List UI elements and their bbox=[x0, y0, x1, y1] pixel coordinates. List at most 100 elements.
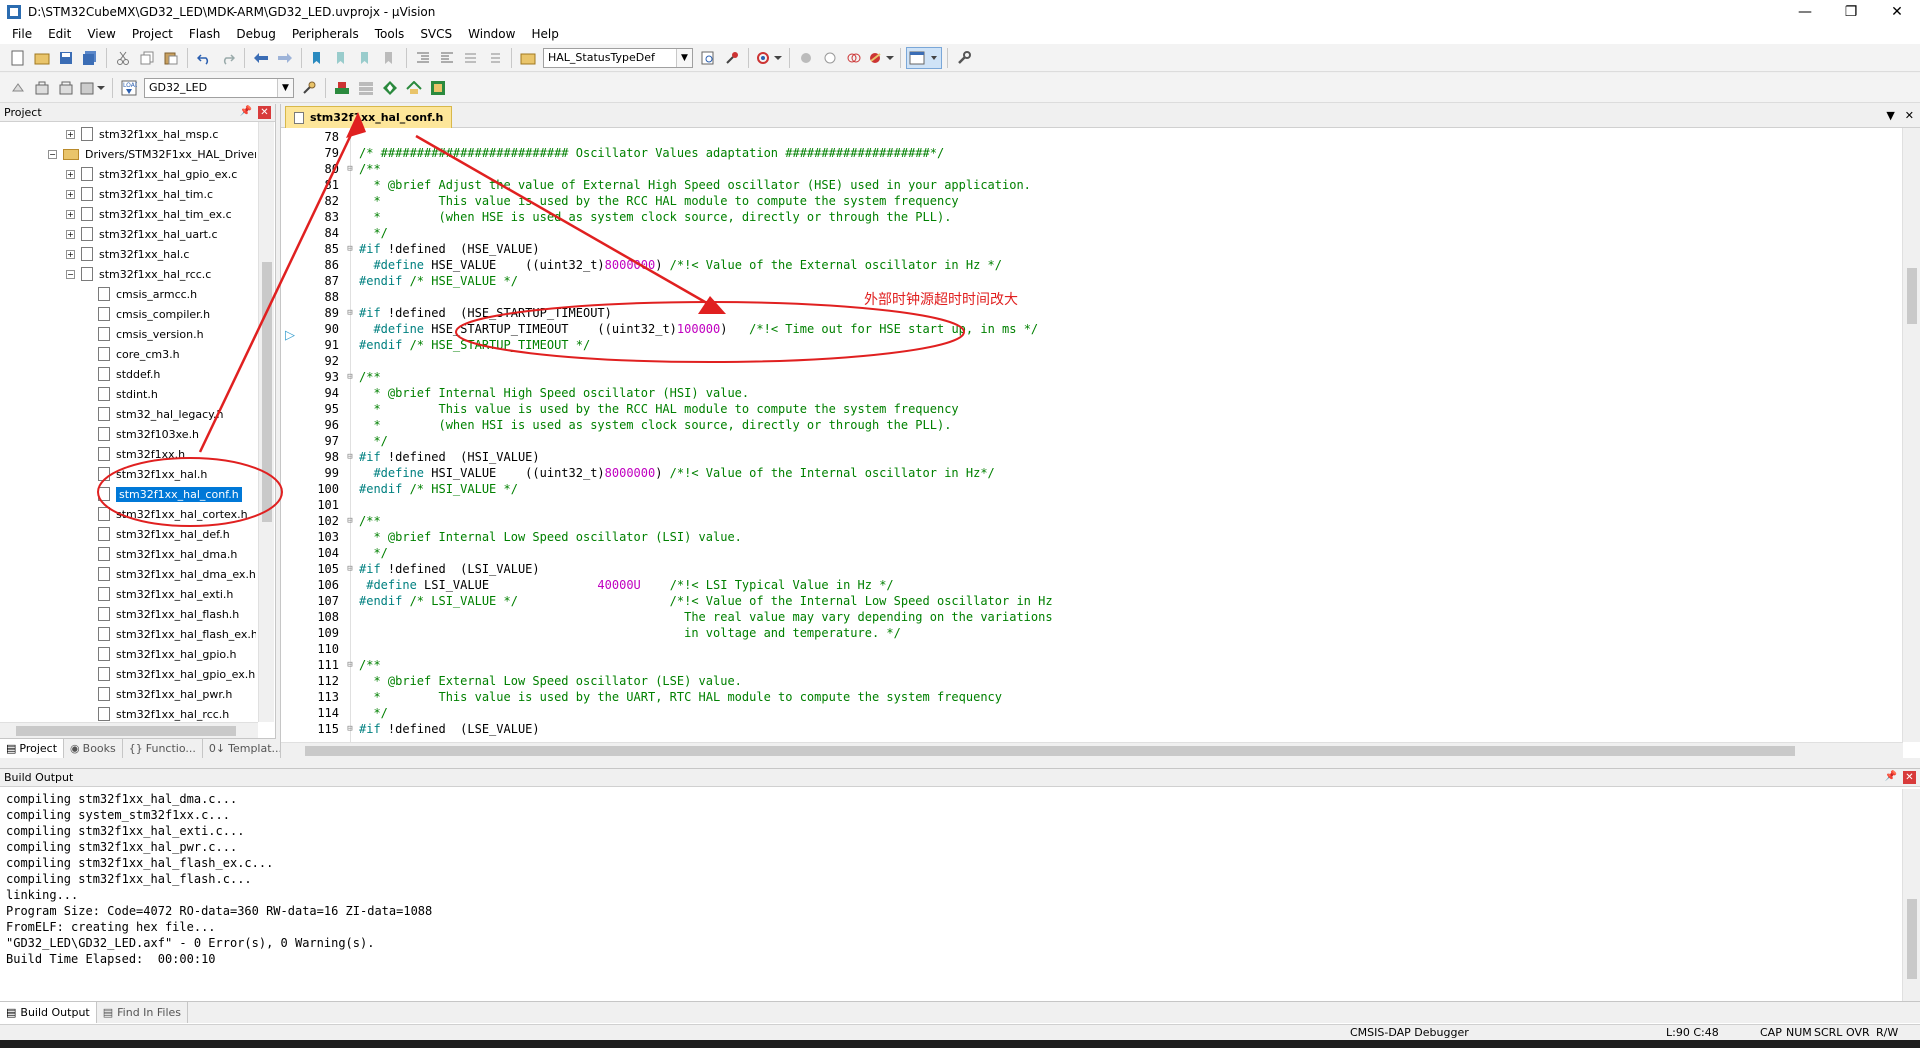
unindent-icon[interactable] bbox=[436, 47, 458, 69]
expand-icon[interactable]: + bbox=[66, 129, 75, 139]
fold-toggle-icon[interactable] bbox=[343, 129, 357, 145]
fold-toggle-icon[interactable] bbox=[343, 385, 357, 401]
tree-file[interactable]: − stm32f1xx_hal_rcc.c bbox=[66, 264, 211, 284]
menu-flash[interactable]: Flash bbox=[181, 27, 228, 41]
editor-hscrollbar[interactable] bbox=[281, 742, 1903, 758]
wrench-icon[interactable] bbox=[953, 47, 975, 69]
code-area[interactable]: 78 79 /* ########################## Oscill… bbox=[281, 128, 1901, 742]
fold-toggle-icon[interactable] bbox=[343, 593, 357, 609]
comment-icon[interactable] bbox=[460, 47, 482, 69]
tree-file[interactable]: stm32f1xx_hal_rcc.h bbox=[98, 704, 229, 722]
tab-find-in-files[interactable]: ▤ Find In Files bbox=[97, 1002, 189, 1023]
menu-view[interactable]: View bbox=[79, 27, 123, 41]
expand-icon[interactable]: + bbox=[66, 189, 75, 199]
fold-toggle-icon[interactable]: ⊟ bbox=[343, 161, 357, 177]
target-options-icon[interactable] bbox=[298, 77, 320, 99]
fold-toggle-icon[interactable]: ⊟ bbox=[343, 721, 357, 737]
fold-toggle-icon[interactable] bbox=[343, 177, 357, 193]
fold-toggle-icon[interactable] bbox=[343, 673, 357, 689]
tree-file[interactable]: stm32f1xx_hal.h bbox=[98, 464, 207, 484]
code-line[interactable]: 103 * @brief Internal Low Speed oscillat… bbox=[281, 529, 742, 545]
editor-tab-active[interactable]: stm32f1xx_hal_conf.h bbox=[285, 106, 453, 128]
fold-toggle-icon[interactable] bbox=[343, 465, 357, 481]
fold-toggle-icon[interactable] bbox=[343, 641, 357, 657]
tree-file[interactable]: stm32f1xx_hal_flash_ex.h bbox=[98, 624, 256, 644]
bookmark-clear-icon[interactable] bbox=[379, 47, 401, 69]
tree-file[interactable]: + stm32f1xx_hal_tim_ex.c bbox=[66, 204, 232, 224]
copy-icon[interactable] bbox=[136, 47, 158, 69]
tab-templates[interactable]: 0↓ Templat... bbox=[203, 739, 290, 758]
tree-file[interactable]: core_cm3.h bbox=[98, 344, 180, 364]
code-line[interactable]: 97 */ bbox=[281, 433, 388, 449]
code-line[interactable]: 78 bbox=[281, 129, 359, 145]
code-line[interactable]: 106 #define LSI_VALUE 40000U /*!< LSI Ty… bbox=[281, 577, 893, 593]
code-line[interactable]: 111 ⊟/** bbox=[281, 657, 380, 673]
tree-file[interactable]: stm32f1xx_hal_exti.h bbox=[98, 584, 233, 604]
fold-toggle-icon[interactable]: ⊟ bbox=[343, 241, 357, 257]
open-folder-icon[interactable] bbox=[31, 47, 53, 69]
code-line[interactable]: 88 bbox=[281, 289, 359, 305]
tree-file[interactable]: stm32f1xx_hal_gpio.h bbox=[98, 644, 236, 664]
menu-debug[interactable]: Debug bbox=[228, 27, 283, 41]
build-output-text[interactable]: compiling stm32f1xx_hal_dma.c... compilin… bbox=[0, 789, 1900, 1001]
fold-toggle-icon[interactable] bbox=[343, 257, 357, 273]
editor-vscrollbar[interactable] bbox=[1902, 128, 1920, 742]
rebuild-icon[interactable] bbox=[55, 77, 77, 99]
code-line[interactable]: 96 * (when HSI is used as system clock s… bbox=[281, 417, 952, 433]
pin-icon[interactable]: 📌 bbox=[240, 106, 252, 119]
run-time-environment-icon[interactable] bbox=[427, 77, 449, 99]
cut-icon[interactable] bbox=[112, 47, 134, 69]
fold-toggle-icon[interactable] bbox=[343, 417, 357, 433]
debug-session-icon[interactable] bbox=[754, 47, 784, 69]
tree-file[interactable]: + stm32f1xx_hal_tim.c bbox=[66, 184, 213, 204]
select-pack-icon[interactable] bbox=[379, 77, 401, 99]
fold-toggle-icon[interactable] bbox=[343, 689, 357, 705]
code-line[interactable]: 87 #endif /* HSE_VALUE */ bbox=[281, 273, 518, 289]
fold-toggle-icon[interactable] bbox=[343, 497, 357, 513]
code-line[interactable]: 108 The real value may vary depending on… bbox=[281, 609, 1052, 625]
new-file-icon[interactable] bbox=[7, 47, 29, 69]
tree-file[interactable]: stm32f1xx.h bbox=[98, 444, 185, 464]
fold-toggle-icon[interactable] bbox=[343, 433, 357, 449]
bookmark-prev-icon[interactable] bbox=[331, 47, 353, 69]
find-in-files-icon[interactable] bbox=[517, 47, 539, 69]
breakpoint-kill-icon[interactable] bbox=[867, 47, 895, 69]
window-layout-icon[interactable] bbox=[906, 46, 942, 69]
code-line[interactable]: 104 */ bbox=[281, 545, 388, 561]
code-line[interactable]: 89 ⊟ #if !defined (HSE_STARTUP_TIMEOUT) bbox=[281, 305, 612, 321]
code-line[interactable]: 114 */ bbox=[281, 705, 388, 721]
navigate-forward-icon[interactable] bbox=[274, 47, 296, 69]
fold-toggle-icon[interactable] bbox=[343, 209, 357, 225]
tree-file[interactable]: stm32f1xx_hal_dma_ex.h bbox=[98, 564, 256, 584]
tree-file[interactable]: stm32f1xx_hal_gpio_ex.h bbox=[98, 664, 255, 684]
code-line[interactable]: 107 #endif /* LSI_VALUE */ /*!< Value of … bbox=[281, 593, 1052, 609]
target-combo[interactable]: GD32_LED ▼ bbox=[144, 77, 294, 98]
find-combo[interactable]: HAL_StatusTypeDef ▼ bbox=[543, 47, 693, 68]
code-line[interactable]: 80 ⊟/** bbox=[281, 161, 381, 177]
collapse-icon[interactable]: − bbox=[66, 269, 75, 279]
code-line[interactable]: 86 #define HSE_VALUE ((uint32_t)8000000)… bbox=[281, 257, 1002, 273]
tree-file[interactable]: + stm32f1xx_hal.c bbox=[66, 244, 189, 264]
close-icon[interactable]: ✕ bbox=[1905, 109, 1914, 122]
tree-file[interactable]: stm32f1xx_hal_flash.h bbox=[98, 604, 239, 624]
code-line[interactable]: 92 bbox=[281, 353, 359, 369]
code-line[interactable]: 83 * (when HSE is used as system clock s… bbox=[281, 209, 952, 225]
menu-svcs[interactable]: SVCS bbox=[412, 27, 460, 41]
tree-file[interactable]: cmsis_compiler.h bbox=[98, 304, 210, 324]
fold-toggle-icon[interactable] bbox=[343, 481, 357, 497]
tree-file[interactable]: stm32_hal_legacy.h bbox=[98, 404, 224, 424]
configure-icon[interactable] bbox=[721, 47, 743, 69]
tree-file[interactable]: stm32f1xx_hal_conf.h bbox=[98, 484, 242, 504]
undo-icon[interactable] bbox=[193, 47, 215, 69]
expand-icon[interactable]: + bbox=[66, 169, 75, 179]
load-download-icon[interactable]: LOAD bbox=[118, 77, 140, 99]
fold-toggle-icon[interactable] bbox=[343, 225, 357, 241]
tree-file[interactable]: stm32f1xx_hal_pwr.h bbox=[98, 684, 232, 704]
tree-file[interactable]: stdint.h bbox=[98, 384, 158, 404]
redo-icon[interactable] bbox=[217, 47, 239, 69]
navigate-back-icon[interactable] bbox=[250, 47, 272, 69]
code-line[interactable]: 93 ⊟/** bbox=[281, 369, 381, 385]
scrollbar-thumb[interactable] bbox=[1907, 268, 1917, 324]
code-line[interactable]: 79 /* ########################## Oscillat… bbox=[281, 145, 945, 161]
batch-build-icon[interactable] bbox=[79, 77, 107, 99]
